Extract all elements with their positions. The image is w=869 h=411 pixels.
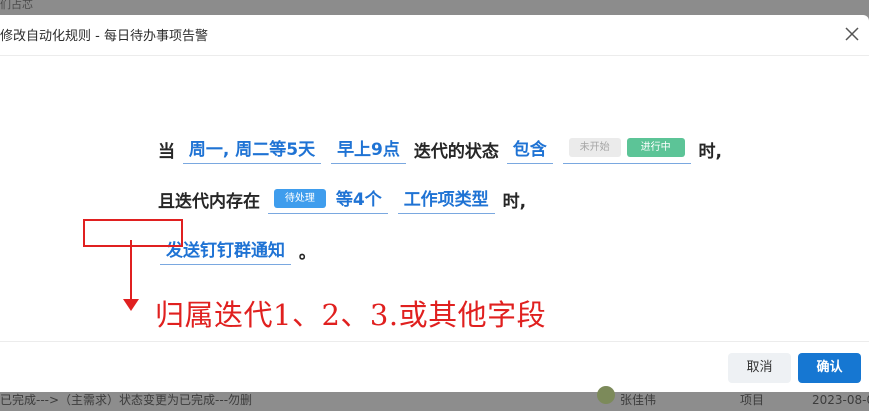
- annotation-arrow-head: [123, 299, 139, 311]
- status-tag-not-started: 未开始: [568, 138, 621, 157]
- rule-suffix: 时,: [698, 142, 722, 162]
- rule-suffix: 时,: [502, 192, 527, 212]
- annotation-highlight-box: [83, 219, 183, 247]
- confirm-button[interactable]: 确认: [798, 353, 861, 383]
- rule-text-iteration-contains: 且迭代内存在: [158, 192, 260, 212]
- status-tags-selector[interactable]: 未开始 进行中: [562, 135, 691, 164]
- rule-suffix: 。: [298, 243, 316, 263]
- status-tag-in-progress: 进行中: [626, 138, 685, 157]
- background-row-date: 2023-08-0: [812, 393, 869, 407]
- background-top-text: 们占芯: [0, 0, 33, 11]
- background-app-strip: 们占芯: [0, 0, 869, 15]
- background-row-type: 项目: [740, 393, 765, 407]
- dialog-title: 修改自动化规则 - 每日待办事项告警: [0, 29, 208, 44]
- cancel-button[interactable]: 取消: [728, 353, 791, 383]
- rule-prefix-when: 当: [158, 142, 175, 162]
- background-row-user: 张佳伟: [620, 393, 657, 407]
- avatar: [597, 386, 615, 404]
- rule-line-condition: 且迭代内存在 待处理 等4个 工作项类型 时,: [158, 185, 526, 214]
- rule-text-iteration-status: 迭代的状态: [413, 142, 499, 162]
- dialog-footer: 取消 确认: [0, 341, 869, 393]
- operator-selector[interactable]: 包含: [506, 135, 553, 164]
- dialog-header: 修改自动化规则 - 每日待办事项告警: [0, 15, 869, 56]
- status-tag-pending: 待处理: [273, 188, 326, 208]
- rule-line-trigger: 当 周一, 周二等5天 早上9点 迭代的状态 包含 未开始 进行中 时,: [158, 135, 722, 164]
- background-list-row: 已完成--->（主需求）状态变更为已完成---勿删 张佳伟 项目 2023-08…: [0, 392, 869, 411]
- time-selector[interactable]: 早上9点: [331, 135, 406, 164]
- days-selector[interactable]: 周一, 周二等5天: [182, 135, 322, 164]
- annotation-note: 归属迭代1、2、3.或其他字段: [155, 298, 547, 332]
- close-icon[interactable]: [843, 25, 861, 43]
- background-row-text: 已完成--->（主需求）状态变更为已完成---勿删: [0, 393, 253, 407]
- work-item-type-selector[interactable]: 工作项类型: [397, 185, 495, 214]
- edit-automation-rule-dialog: 修改自动化规则 - 每日待办事项告警 当 周一, 周二等5天 早上9点 迭代的状…: [0, 15, 869, 392]
- count-selector[interactable]: 等4个: [329, 185, 388, 214]
- pending-status-selector[interactable]: 待处理: [267, 186, 332, 214]
- annotation-arrow-line: [130, 240, 132, 302]
